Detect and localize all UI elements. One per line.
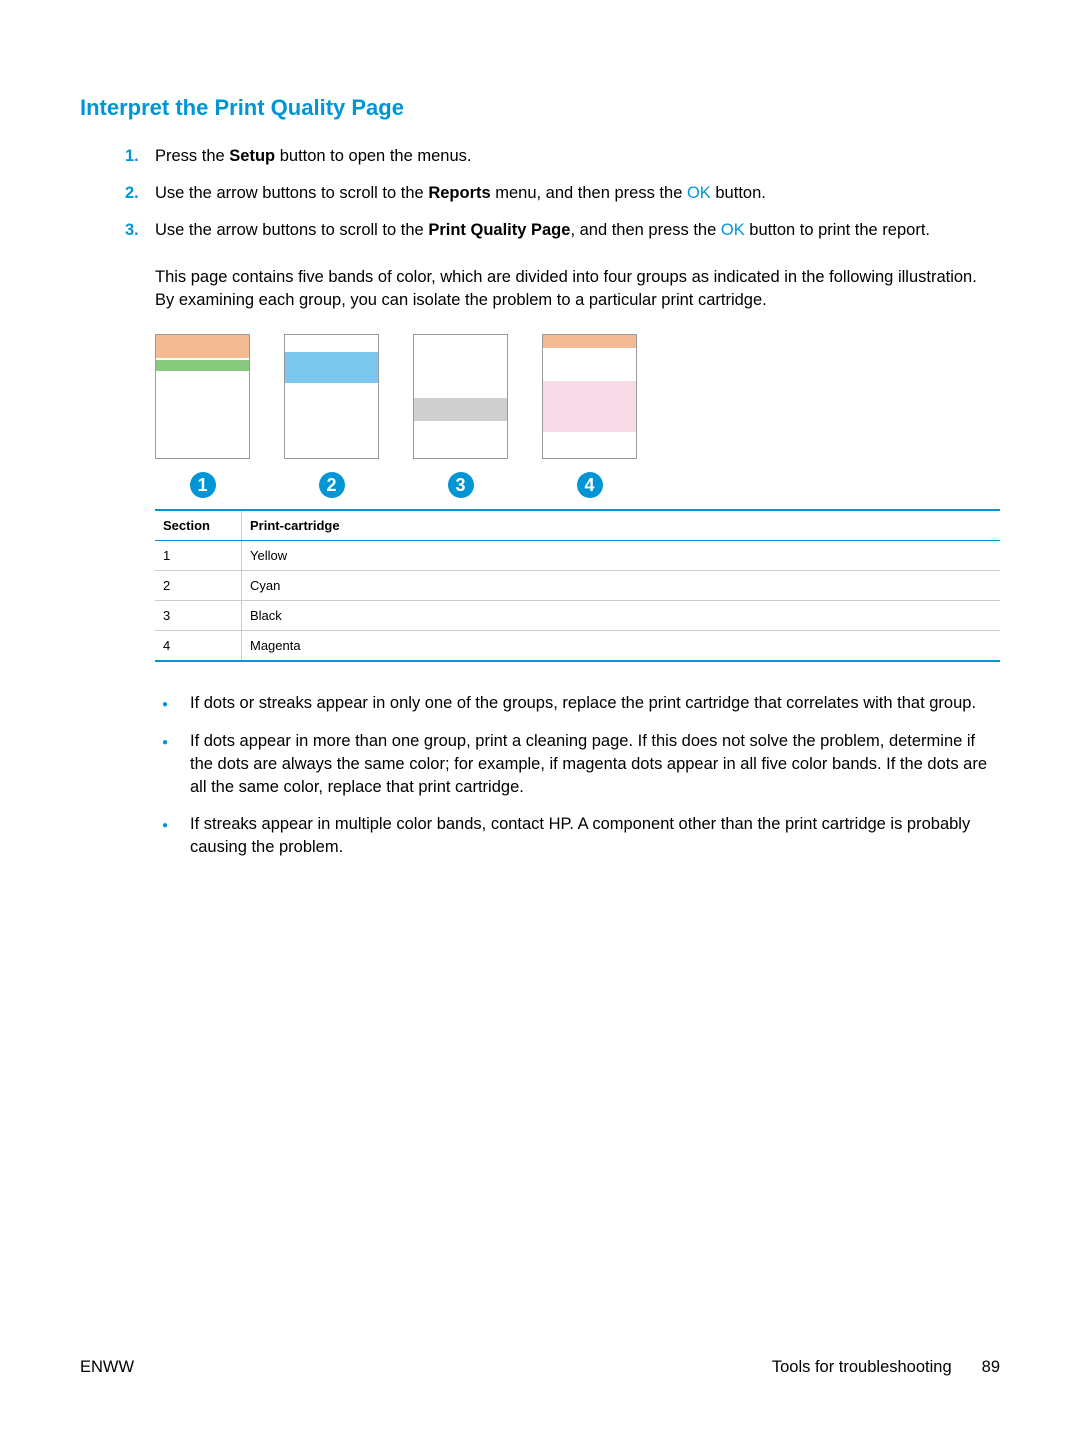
- diagram-label: 1: [190, 472, 216, 498]
- step-number: 1.: [125, 145, 139, 168]
- footer-section: Tools for troubleshooting: [772, 1358, 952, 1377]
- color-band: [156, 360, 249, 371]
- table-header-cartridge: Print-cartridge: [242, 510, 1001, 541]
- cartridge-table: Section Print-cartridge 1Yellow2Cyan3Bla…: [155, 509, 1000, 662]
- color-band: [285, 352, 378, 383]
- step-3: 3. Use the arrow buttons to scroll to th…: [155, 219, 1000, 242]
- diagram-box: [413, 334, 508, 459]
- step-2: 2. Use the arrow buttons to scroll to th…: [155, 182, 1000, 205]
- color-band: [414, 335, 507, 396]
- table-row: 4Magenta: [155, 631, 1000, 662]
- advice-list: If dots or streaks appear in only one of…: [80, 692, 1000, 859]
- list-item: If dots appear in more than one group, p…: [190, 730, 1000, 799]
- diagram-box: [542, 334, 637, 459]
- explanation-paragraph: This page contains five bands of color, …: [80, 266, 1000, 312]
- steps-list: 1. Press the Setup button to open the me…: [80, 145, 1000, 242]
- table-header-section: Section: [155, 510, 242, 541]
- step-number: 2.: [125, 182, 139, 205]
- list-item: If dots or streaks appear in only one of…: [190, 692, 1000, 715]
- color-band: [543, 335, 636, 348]
- color-band: [156, 335, 249, 358]
- print-quality-diagram: 1 2 3 4: [155, 334, 1000, 499]
- step-number: 3.: [125, 219, 139, 242]
- diagram-label: 3: [448, 472, 474, 498]
- footer-page-number: 89: [982, 1358, 1000, 1377]
- list-item: If streaks appear in multiple color band…: [190, 813, 1000, 859]
- page-footer: ENWW Tools for troubleshooting 89: [80, 1358, 1000, 1377]
- diagram-box: [155, 334, 250, 459]
- color-band: [543, 350, 636, 379]
- step-1: 1. Press the Setup button to open the me…: [155, 145, 1000, 168]
- table-row: 3Black: [155, 601, 1000, 631]
- diagram-box: [284, 334, 379, 459]
- diagram-label: 4: [577, 472, 603, 498]
- table-row: 2Cyan: [155, 571, 1000, 601]
- table-row: 1Yellow: [155, 541, 1000, 571]
- color-band: [285, 335, 378, 350]
- color-band: [543, 381, 636, 432]
- footer-left: ENWW: [80, 1358, 134, 1377]
- section-heading: Interpret the Print Quality Page: [80, 95, 1000, 121]
- color-band: [414, 398, 507, 421]
- diagram-label: 2: [319, 472, 345, 498]
